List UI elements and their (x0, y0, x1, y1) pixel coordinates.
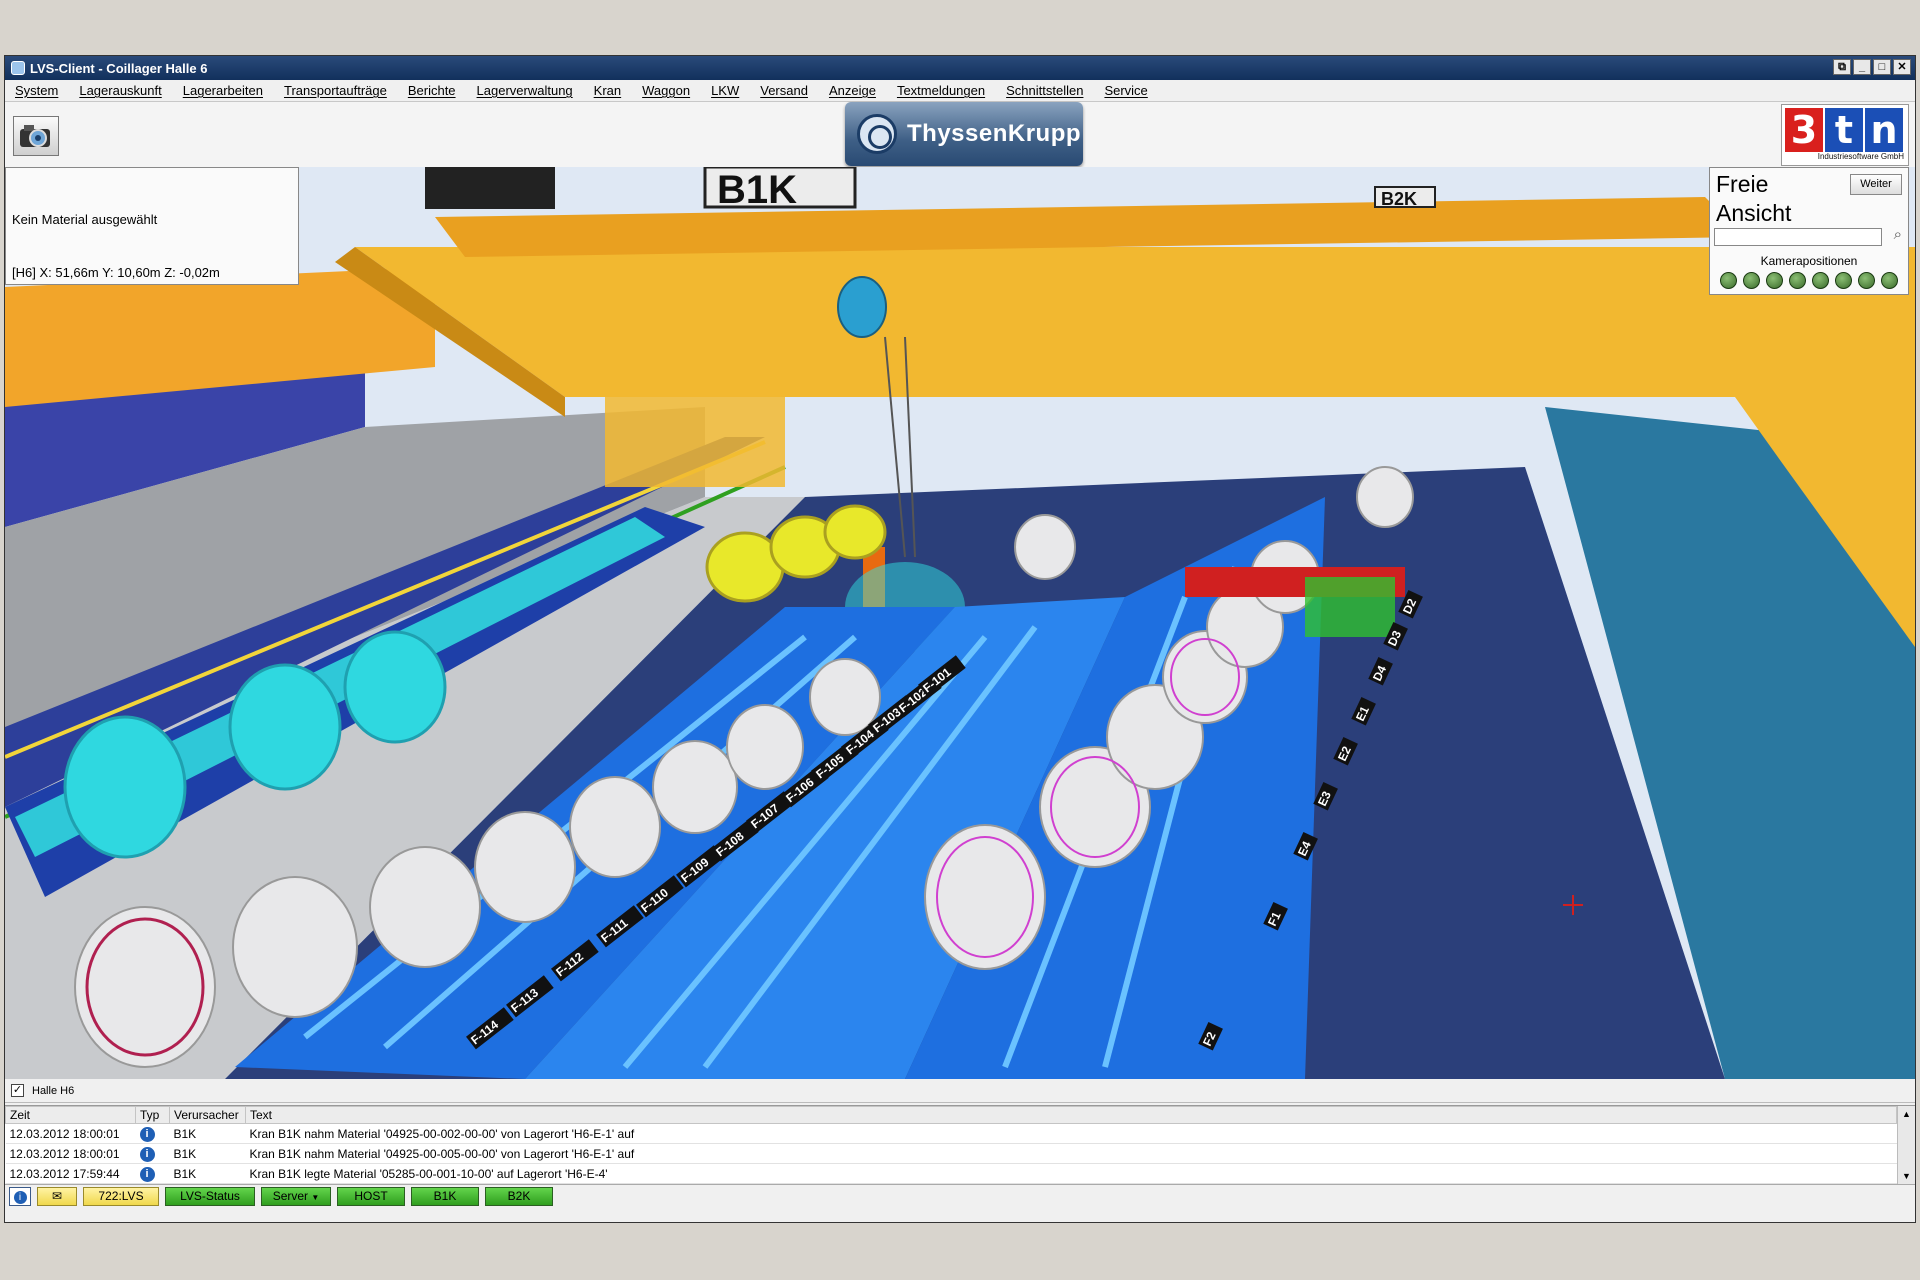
menu-textmeldungen[interactable]: Textmeldungen (897, 83, 985, 98)
3tn-logo: 3 t n Industriesoftware GmbH (1781, 104, 1909, 166)
menu-schnittstellen[interactable]: Schnittstellen (1006, 83, 1083, 98)
log-text: Kran B1K nahm Material '04925-00-005-00-… (245, 1143, 1897, 1164)
menu-lagerauskunft[interactable]: Lagerauskunft (79, 83, 161, 98)
cursor-coordinates: [H6] X: 51,66m Y: 10,60m Z: -0,02m (12, 265, 220, 280)
log-scrollbar[interactable]: ▲ ▼ (1897, 1106, 1915, 1184)
material-info-panel: Kein Material ausgewählt [H6] X: 51,66m … (5, 167, 299, 285)
log-text: Kran B1K nahm Material '04925-00-002-00-… (245, 1123, 1897, 1144)
minimize-icon[interactable]: _ (1853, 59, 1871, 75)
status-info-button[interactable]: i (9, 1187, 31, 1206)
layer-bar: ✓ Halle H6 (5, 1079, 1915, 1103)
server-dropdown[interactable]: Server ▼ (261, 1187, 331, 1206)
title-bar: LVS-Client - Coillager Halle 6 ⧉ _ □ ✕ (5, 56, 1915, 80)
log-row[interactable]: 12.03.2012 18:00:01 i B1K Kran B1K nahm … (5, 1143, 1897, 1164)
camera-search-input[interactable] (1714, 228, 1882, 246)
lvs-status-button[interactable]: LVS-Status (165, 1187, 255, 1206)
message-log: Zeit Typ Verursacher Text 12.03.2012 18:… (5, 1105, 1915, 1184)
menu-berichte[interactable]: Berichte (408, 83, 456, 98)
maximize-icon[interactable]: □ (1873, 59, 1891, 75)
3d-viewport[interactable]: B1K B2K F-114 F-113 F-112 F-111 F-110 F-… (5, 167, 1915, 1079)
scroll-up-icon[interactable]: ▲ (1898, 1106, 1915, 1122)
camera-position-button[interactable] (1743, 272, 1760, 289)
camera-panel: Freie Ansicht Weiter ⌕ Kamerapositionen (1709, 167, 1909, 295)
logo-letter-3: 3 (1785, 108, 1823, 152)
log-row[interactable]: 12.03.2012 17:59:44 i B1K Kran B1K legte… (5, 1163, 1897, 1184)
column-header-text[interactable]: Text (245, 1106, 1897, 1124)
menu-kran[interactable]: Kran (594, 83, 621, 98)
scroll-down-icon[interactable]: ▼ (1898, 1168, 1915, 1184)
log-text: Kran B1K legte Material '05285-00-001-10… (245, 1163, 1897, 1184)
menu-waggon[interactable]: Waggon (642, 83, 690, 98)
logo-letter-n: n (1865, 108, 1903, 152)
info-icon: i (139, 1126, 155, 1142)
menu-lkw[interactable]: LKW (711, 83, 739, 98)
thyssenkrupp-emblem-icon (857, 114, 897, 154)
crane-b2k-label: B2K (1381, 189, 1417, 209)
log-source: B1K (169, 1123, 246, 1144)
info-icon: i (139, 1146, 155, 1162)
log-row[interactable]: 12.03.2012 18:00:01 i B1K Kran B1K nahm … (5, 1123, 1897, 1144)
column-header-type[interactable]: Typ (135, 1106, 170, 1124)
warehouse-scene[interactable]: B1K B2K F-114 F-113 F-112 F-111 F-110 F-… (5, 167, 1915, 1079)
menu-versand[interactable]: Versand (760, 83, 808, 98)
log-time: 12.03.2012 18:00:01 (5, 1143, 136, 1164)
camera-position-button[interactable] (1858, 272, 1875, 289)
camera-button[interactable] (13, 116, 59, 156)
camera-position-button[interactable] (1789, 272, 1806, 289)
info-icon: i (139, 1166, 155, 1182)
menu-service[interactable]: Service (1104, 83, 1147, 98)
column-header-time[interactable]: Zeit (5, 1106, 136, 1124)
camera-positions (1720, 272, 1898, 289)
camera-position-button[interactable] (1720, 272, 1737, 289)
next-view-button[interactable]: Weiter (1850, 174, 1902, 195)
camera-position-button[interactable] (1812, 272, 1829, 289)
view-mode-title: Freie Ansicht (1716, 171, 1792, 226)
crane-b1k-label: B1K (717, 168, 797, 212)
brand-name: ThyssenKrupp (907, 120, 1082, 147)
restore-child-icon[interactable]: ⧉ (1833, 59, 1851, 75)
app-window: LVS-Client - Coillager Halle 6 ⧉ _ □ ✕ S… (4, 55, 1916, 1223)
server-label: Server (272, 1189, 309, 1203)
camera-position-button[interactable] (1766, 272, 1783, 289)
camera-positions-label: Kamerapositionen (1760, 254, 1858, 268)
thyssenkrupp-logo: ThyssenKrupp (845, 102, 1083, 166)
crane-b1k-status-button[interactable]: B1K (411, 1187, 479, 1206)
close-icon[interactable]: ✕ (1893, 59, 1911, 75)
log-time: 12.03.2012 17:59:44 (5, 1163, 136, 1184)
log-source: B1K (169, 1163, 246, 1184)
chevron-down-icon: ▼ (311, 1193, 320, 1202)
selection-status: Kein Material ausgewählt (12, 212, 158, 227)
hall-visibility-checkbox[interactable]: ✓ (11, 1084, 24, 1097)
log-source: B1K (169, 1143, 246, 1164)
window-controls: ⧉ _ □ ✕ (1833, 59, 1911, 75)
camera-icon (20, 125, 50, 147)
mail-button[interactable]: ✉ (37, 1187, 77, 1206)
menu-anzeige[interactable]: Anzeige (829, 83, 876, 98)
menu-lagerverwaltung[interactable]: Lagerverwaltung (477, 83, 573, 98)
log-time: 12.03.2012 18:00:01 (5, 1123, 136, 1144)
hall-label: Halle H6 (32, 1084, 75, 1097)
host-status-button[interactable]: HOST (337, 1187, 405, 1206)
search-icon[interactable]: ⌕ (1894, 226, 1902, 243)
logo-letter-t: t (1825, 108, 1863, 152)
vendor-subtitle: Industriesoftware GmbH (1817, 152, 1904, 161)
info-icon: i (13, 1191, 27, 1204)
window-title: LVS-Client - Coillager Halle 6 (30, 60, 208, 76)
menu-transportauftraege[interactable]: Transportaufträge (284, 83, 387, 98)
app-icon (11, 61, 25, 75)
toolbar: ThyssenKrupp 3 t n Industriesoftware Gmb… (5, 102, 1915, 167)
status-bar: i ✉ 722:LVS LVS-Status Server ▼ HOST B1K… (5, 1184, 1915, 1208)
message-log-table: Zeit Typ Verursacher Text 12.03.2012 18:… (5, 1106, 1897, 1184)
menu-system[interactable]: System (15, 83, 58, 98)
menu-lagerarbeiten[interactable]: Lagerarbeiten (183, 83, 263, 98)
mail-icon: ✉ (51, 1189, 63, 1203)
column-header-source[interactable]: Verursacher (169, 1106, 246, 1124)
lvs-counter[interactable]: 722:LVS (83, 1187, 159, 1206)
menu-bar: System Lagerauskunft Lagerarbeiten Trans… (5, 80, 1915, 102)
camera-position-button[interactable] (1835, 272, 1852, 289)
camera-position-button[interactable] (1881, 272, 1898, 289)
crane-b2k-status-button[interactable]: B2K (485, 1187, 553, 1206)
